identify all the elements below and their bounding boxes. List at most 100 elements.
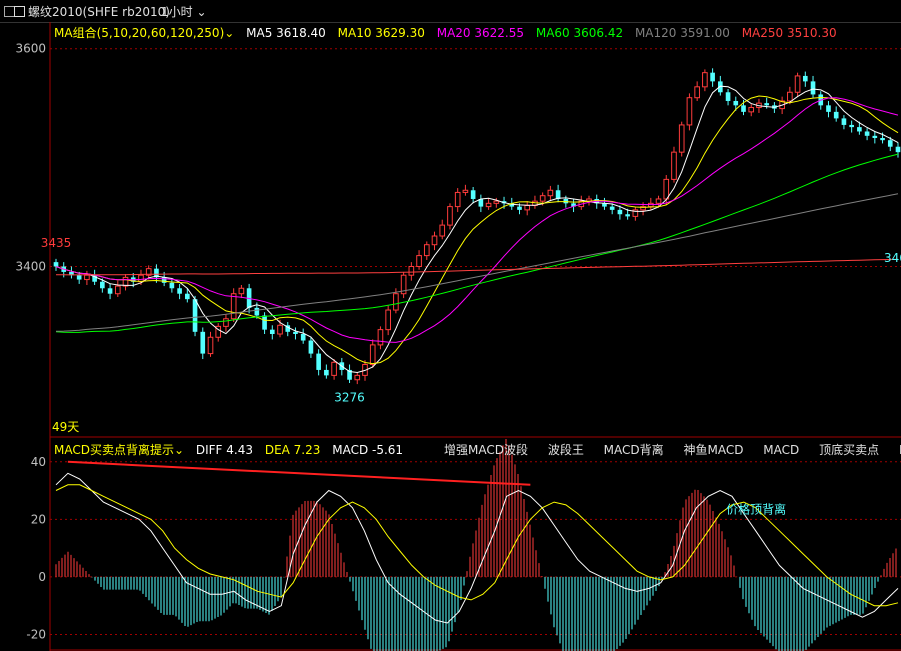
kline-chart[interactable]: 3400 3600 3435 3276 49天 346 40 20 0 -20 价格顶背离 (0, 0, 901, 651)
candle-body-down (185, 293, 190, 300)
diff-label: DIFF 4.43 (195, 443, 253, 457)
tab-shenyu-macd[interactable]: 神鱼MACD (683, 443, 743, 457)
price-tick-label: 3400 (15, 259, 46, 273)
candle-body-up (539, 195, 546, 202)
candle-body-down (200, 331, 206, 354)
candle-body-up (354, 374, 361, 381)
tab-enhanced-macd[interactable]: 增强MACD波段 (444, 443, 528, 457)
ma250-label: MA250 3510.30 (741, 26, 837, 40)
macd-bars-group (55, 438, 897, 651)
candle-body-down (609, 206, 615, 210)
candle-body-down (177, 288, 182, 294)
tab-top-bottom[interactable]: 顶底买卖点 (819, 443, 879, 457)
candle-body-down (470, 190, 476, 199)
ma10-line (55, 95, 899, 365)
candle-body-down (802, 75, 808, 82)
chevron-down-icon: ⌄ (224, 26, 235, 40)
candle-body-up (787, 91, 793, 102)
candle-body-down (764, 103, 769, 106)
candle-body-up (454, 191, 461, 208)
ma-legend-title: MA组合(5,10,20,60,120,250) (54, 26, 225, 40)
candle-body-down (841, 118, 847, 125)
candle-body-down (710, 72, 715, 82)
tab-macd[interactable]: MACD (763, 443, 799, 457)
candle-body-up (431, 235, 438, 246)
divergence-label: 价格顶背离 (726, 502, 786, 517)
ma5-label: MA5 3618.40 (246, 26, 326, 40)
candle-body-up (655, 198, 662, 204)
left-day-label: 49天 (52, 420, 79, 434)
candle-body-down (617, 209, 623, 215)
price-low-label: 3276 (334, 391, 365, 405)
candle-body-down (887, 140, 893, 147)
macd-legend: MACD买卖点背离提示⌄ DIFF 4.43 DEA 7.23 MACD -5.… (54, 441, 411, 458)
candle-body-down (810, 81, 816, 95)
dea-label: DEA 7.23 (264, 443, 321, 457)
candle-body-down (293, 331, 298, 334)
tab-wave-king[interactable]: 波段王 (548, 443, 584, 457)
candle-body-up (385, 309, 391, 331)
candle-body-down (262, 315, 267, 330)
candle-body-up (230, 293, 237, 320)
candle-body-down (895, 146, 901, 153)
candle-body-up (493, 200, 500, 204)
indicator-tabs: 增强MACD波段 波段王 MACD背离 神鱼MACD MACD 顶底买卖点 KD (444, 441, 901, 458)
divergence-line (67, 460, 531, 486)
candle-body-up (686, 97, 693, 126)
candle-body-down (864, 131, 870, 136)
candle-body-down (741, 105, 746, 112)
macd-tick-label: 20 (31, 512, 46, 526)
candle-body-up (663, 178, 670, 200)
candle-body-up (423, 244, 430, 257)
ma10-label: MA10 3629.30 (337, 26, 425, 40)
candle-body-down (833, 111, 839, 119)
ma20-line (55, 97, 899, 343)
candle-body-up (122, 276, 129, 287)
right-price-label: 346 (884, 251, 901, 265)
candle-body-up (439, 224, 446, 237)
candle-body-down (107, 288, 113, 294)
candle-body-down (880, 138, 885, 141)
candle-body-down (324, 369, 329, 376)
candle-body-down (192, 299, 198, 332)
chevron-down-icon: ⌄ (173, 443, 185, 457)
candle-body-up (524, 205, 531, 211)
candle-body-down (849, 124, 854, 128)
tab-macd-divergence[interactable]: MACD背离 (604, 443, 664, 457)
candle-body-down (300, 334, 306, 341)
ma-legend: MA组合(5,10,20,60,120,250)⌄ MA5 3618.40 MA… (54, 24, 845, 41)
price-tick-label: 3600 (15, 42, 46, 56)
macd-legend-title: MACD买卖点背离提示 (54, 443, 174, 457)
candle-body-down (100, 281, 105, 289)
macd-legend-name[interactable]: MACD买卖点背离提示⌄ (54, 443, 184, 457)
candle-body-up (369, 344, 376, 365)
ma-legend-name[interactable]: MA组合(5,10,20,60,120,250)⌄ (54, 26, 234, 40)
candle-body-up (678, 124, 685, 153)
candle-body-up (138, 274, 144, 283)
price-high-label: 3435 (41, 236, 72, 250)
candle-body-up (694, 86, 700, 99)
candle-body-down (872, 135, 878, 138)
ma60-label: MA60 3606.42 (535, 26, 624, 40)
ma120-label: MA120 3591.00 (634, 26, 730, 40)
candle-body-up (416, 255, 422, 267)
candle-body-down (254, 307, 260, 316)
candle-body-up (794, 75, 801, 93)
ma20-label: MA20 3622.55 (436, 26, 525, 40)
candle-body-up (114, 285, 121, 295)
candle-body-up (408, 265, 415, 276)
candle-body-up (447, 206, 453, 226)
candle-body-down (857, 127, 862, 132)
macd-tick-label: -20 (26, 627, 46, 641)
candle-body-up (238, 287, 245, 295)
candle-body-down (733, 100, 739, 106)
candle-body-down (161, 277, 167, 283)
candle-body-down (53, 262, 59, 267)
candle-body-up (547, 189, 554, 197)
macd-tick-label: 40 (31, 455, 46, 469)
candle-body-up (207, 336, 214, 355)
ma250-line (56, 258, 899, 276)
candle-body-up (671, 151, 677, 180)
candle-body-up (223, 318, 229, 327)
candle-body-up (277, 324, 283, 335)
